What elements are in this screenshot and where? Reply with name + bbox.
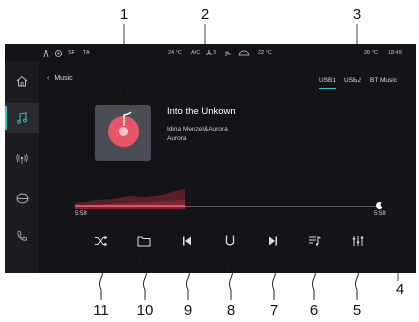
callout-leaders bbox=[99, 24, 399, 300]
